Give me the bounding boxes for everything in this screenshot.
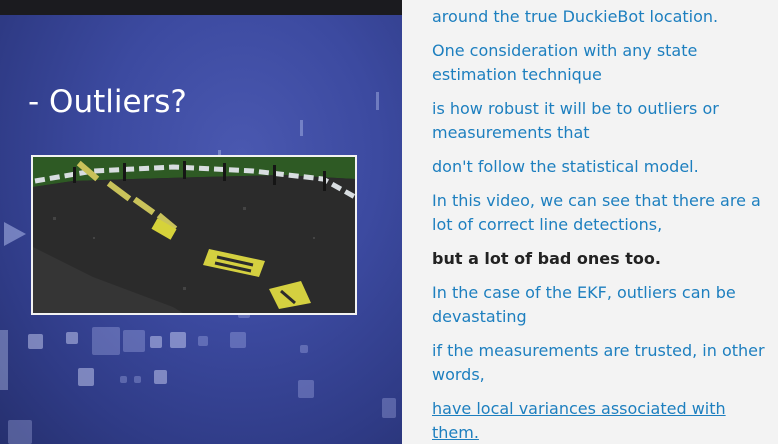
transcript-line[interactable]: In this video, we can see that there are…	[432, 189, 776, 237]
slide-title: - Outliers?	[28, 84, 187, 120]
transcript-panel[interactable]: around the true DuckieBot location. One …	[402, 0, 778, 444]
transcript-line[interactable]: In the case of the EKF, outliers can be …	[432, 281, 776, 329]
transcript-line-current[interactable]: but a lot of bad ones too.	[432, 247, 776, 271]
transcript-line[interactable]: don't follow the statistical model.	[432, 155, 776, 179]
video-player[interactable]: - Outliers?	[0, 0, 402, 444]
video-top-bar	[0, 0, 402, 15]
transcript-line[interactable]: around the true DuckieBot location.	[432, 5, 776, 29]
video-frame-duckietown-detections	[31, 155, 357, 315]
play-arrow-icon[interactable]	[4, 222, 26, 246]
transcript-line[interactable]: if the measurements are trusted, in othe…	[432, 339, 776, 387]
transcript-line[interactable]: is how robust it will be to outliers or …	[432, 97, 776, 145]
transcript-line-underlined[interactable]: have local variances associated with the…	[432, 397, 776, 444]
transcript-line[interactable]: One consideration with any state estimat…	[432, 39, 776, 87]
